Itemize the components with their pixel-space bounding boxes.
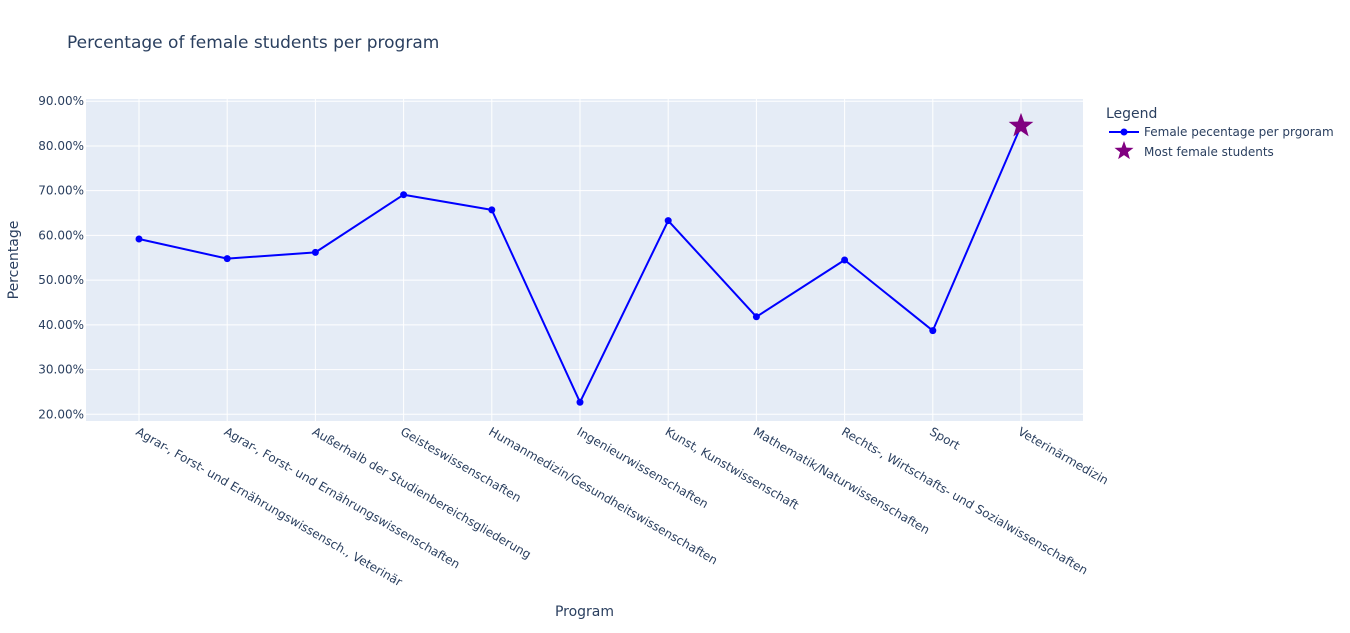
data-point [929, 327, 937, 335]
data-point [400, 191, 408, 199]
x-tick-label: Sport [927, 424, 962, 452]
legend-star-swatch [1114, 141, 1134, 160]
chart-svg: 20.00% 30.00% 40.00% 50.00% 60.00% 70.00% 80.0… [6, 94, 1334, 620]
x-axis-title: Program [555, 604, 614, 620]
legend-label: Female pecentage per prgoram [1144, 125, 1334, 139]
data-point [752, 313, 760, 321]
data-point [135, 235, 143, 243]
y-axis-title: Percentage [6, 221, 22, 300]
y-tick-label: 80.00% [38, 139, 84, 153]
y-tick-label: 30.00% [38, 363, 84, 377]
y-tick-label: 90.00% [38, 94, 84, 108]
x-tick-label: Veterinärmedizin [1016, 424, 1111, 487]
data-point [664, 217, 672, 225]
data-point [576, 398, 584, 406]
y-tick-label: 60.00% [38, 228, 84, 242]
legend-point-swatch [1120, 128, 1128, 136]
legend-title: Legend [1106, 106, 1157, 122]
legend-label: Most female students [1144, 145, 1274, 159]
y-tick-label: 50.00% [38, 273, 84, 287]
plot-background [86, 99, 1083, 421]
data-point [223, 255, 231, 263]
data-point [311, 248, 319, 256]
data-point [841, 256, 849, 264]
data-point [488, 206, 496, 214]
y-tick-label: 40.00% [38, 318, 84, 332]
x-tick-label: Mathematik/Naturwissenschaften [751, 424, 932, 537]
y-tick-label: 70.00% [38, 184, 84, 198]
y-tick-label: 20.00% [38, 407, 84, 421]
chart-title: Percentage of female students per progra… [67, 33, 440, 53]
chart: Percentage of female students per progra… [0, 0, 1350, 629]
